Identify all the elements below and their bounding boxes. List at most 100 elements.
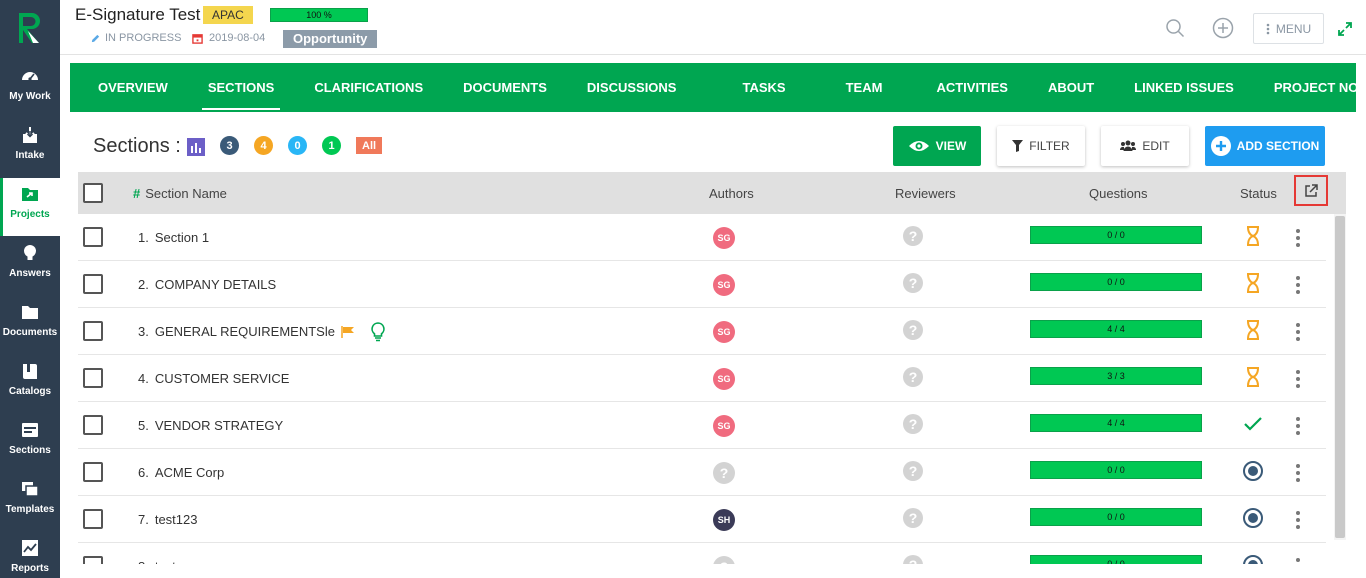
- expand-icon[interactable]: [1334, 18, 1356, 40]
- section-name-cell[interactable]: 8. test: [138, 543, 176, 564]
- status-indicator[interactable]: [1241, 458, 1265, 484]
- tab-project-notes[interactable]: PROJECT NOTES: [1254, 63, 1366, 112]
- row-actions-kebab[interactable]: [1289, 508, 1307, 532]
- sidebar-item-documents[interactable]: Documents: [0, 296, 60, 354]
- sidebar-item-templates[interactable]: Templates: [0, 473, 60, 531]
- section-name-cell[interactable]: 3. GENERAL REQUIREMENTSle: [138, 308, 385, 355]
- tab-documents[interactable]: DOCUMENTS: [443, 63, 567, 112]
- sidebar-item-reports[interactable]: Reports: [0, 532, 60, 578]
- reviewer-avatar[interactable]: ?: [903, 273, 923, 293]
- section-name-cell[interactable]: 1. Section 1: [138, 214, 209, 261]
- tab-overview[interactable]: OVERVIEW: [78, 63, 188, 112]
- author-avatar[interactable]: SG: [713, 368, 735, 390]
- tab-activities[interactable]: ACTIVITIES: [916, 63, 1028, 112]
- bar-chart-icon[interactable]: [186, 137, 205, 156]
- column-status[interactable]: Status: [1240, 172, 1277, 214]
- row-checkbox[interactable]: [83, 415, 103, 435]
- table-row[interactable]: 6. ACME Corp?? 0 / 0: [78, 449, 1326, 496]
- row-actions-kebab[interactable]: [1289, 320, 1307, 344]
- row-checkbox[interactable]: [83, 368, 103, 388]
- reviewer-avatar[interactable]: ?: [903, 555, 923, 564]
- count-badge-complete[interactable]: 1: [322, 136, 341, 155]
- author-avatar[interactable]: ?: [713, 462, 735, 484]
- reviewer-avatar[interactable]: ?: [903, 461, 923, 481]
- table-row[interactable]: 1. Section 1 SG? 0 / 0: [78, 214, 1326, 261]
- app-logo[interactable]: [0, 0, 60, 55]
- sidebar-item-catalogs[interactable]: Catalogs: [0, 355, 60, 413]
- sidebar-item-sections[interactable]: Sections: [0, 414, 60, 472]
- count-badge-review[interactable]: 0: [288, 136, 307, 155]
- table-row[interactable]: 7. test123 SH? 0 / 0: [78, 496, 1326, 543]
- add-circle-icon[interactable]: [1212, 17, 1234, 39]
- row-actions-kebab[interactable]: [1289, 461, 1307, 485]
- author-avatar[interactable]: ?: [713, 556, 735, 564]
- row-checkbox[interactable]: [83, 462, 103, 482]
- row-checkbox[interactable]: [83, 509, 103, 529]
- column-questions[interactable]: Questions: [1089, 172, 1148, 214]
- sidebar-item-projects[interactable]: Projects: [0, 178, 60, 236]
- status-indicator[interactable]: [1241, 552, 1265, 564]
- row-actions-kebab[interactable]: [1289, 226, 1307, 250]
- status-indicator[interactable]: [1241, 364, 1265, 390]
- row-checkbox[interactable]: [83, 321, 103, 341]
- author-avatar[interactable]: SG: [713, 415, 735, 437]
- open-external-button[interactable]: [1294, 175, 1328, 206]
- tab-linked-issues[interactable]: LINKED ISSUES: [1114, 63, 1254, 112]
- search-icon[interactable]: [1164, 17, 1186, 39]
- column-reviewers[interactable]: Reviewers: [895, 172, 956, 214]
- sidebar-item-my-work[interactable]: My Work: [0, 60, 60, 118]
- view-button[interactable]: VIEW: [893, 126, 981, 166]
- status-indicator[interactable]: [1241, 505, 1265, 531]
- table-scrollbar-thumb[interactable]: [1335, 216, 1345, 538]
- column-authors[interactable]: Authors: [709, 172, 754, 214]
- tab-sections[interactable]: SECTIONS: [188, 63, 294, 112]
- table-row[interactable]: 2. COMPANY DETAILS SG? 0 / 0: [78, 261, 1326, 308]
- reviewer-avatar[interactable]: ?: [903, 367, 923, 387]
- section-name-cell[interactable]: 4. CUSTOMER SERVICE: [138, 355, 289, 402]
- filter-button[interactable]: FILTER: [997, 126, 1085, 166]
- row-checkbox[interactable]: [83, 274, 103, 294]
- select-all-checkbox[interactable]: [83, 183, 103, 203]
- section-name-cell[interactable]: 2. COMPANY DETAILS: [138, 261, 276, 308]
- lightbulb-icon[interactable]: [371, 321, 385, 342]
- tab-clarifications[interactable]: CLARIFICATIONS: [294, 63, 443, 112]
- section-name-cell[interactable]: 5. VENDOR STRATEGY: [138, 402, 283, 449]
- status-indicator[interactable]: [1241, 223, 1265, 249]
- status-indicator[interactable]: [1241, 270, 1265, 296]
- row-actions-kebab[interactable]: [1289, 273, 1307, 297]
- tab-discussions[interactable]: DISCUSSIONS: [567, 63, 697, 112]
- row-checkbox[interactable]: [83, 227, 103, 247]
- row-actions-kebab[interactable]: [1289, 555, 1307, 564]
- author-avatar[interactable]: SG: [713, 274, 735, 296]
- menu-button[interactable]: MENU: [1253, 13, 1324, 44]
- table-row[interactable]: 4. CUSTOMER SERVICE SG? 3 / 3: [78, 355, 1326, 402]
- author-avatar[interactable]: SG: [713, 227, 735, 249]
- sidebar-item-intake[interactable]: Intake: [0, 119, 60, 177]
- count-badge-all[interactable]: All: [356, 137, 383, 154]
- reviewer-avatar[interactable]: ?: [903, 414, 923, 434]
- column-section-name[interactable]: # Section Name: [133, 172, 227, 214]
- author-avatar[interactable]: SG: [713, 321, 735, 343]
- reviewer-avatar[interactable]: ?: [903, 226, 923, 246]
- edit-button[interactable]: EDIT: [1101, 126, 1189, 166]
- row-actions-kebab[interactable]: [1289, 414, 1307, 438]
- reviewer-avatar[interactable]: ?: [903, 508, 923, 528]
- row-checkbox[interactable]: [83, 556, 103, 564]
- tab-tasks[interactable]: TASKS: [696, 63, 825, 112]
- count-badge-open[interactable]: 3: [220, 136, 239, 155]
- reviewer-avatar[interactable]: ?: [903, 320, 923, 340]
- section-name-cell[interactable]: 6. ACME Corp: [138, 449, 224, 496]
- count-badge-in-progress[interactable]: 4: [254, 136, 273, 155]
- author-avatar[interactable]: SH: [713, 509, 735, 531]
- table-row[interactable]: 5. VENDOR STRATEGY SG? 4 / 4: [78, 402, 1326, 449]
- table-row[interactable]: 8. test?? 0 / 0: [78, 543, 1326, 564]
- status-indicator[interactable]: [1241, 317, 1265, 343]
- status-indicator[interactable]: [1241, 411, 1265, 437]
- add-section-button[interactable]: ADD SECTION: [1205, 126, 1325, 166]
- tab-about[interactable]: ABOUT: [1028, 63, 1114, 112]
- section-name-cell[interactable]: 7. test123: [138, 496, 198, 543]
- table-row[interactable]: 3. GENERAL REQUIREMENTSle SG? 4 / 4: [78, 308, 1326, 355]
- tab-team[interactable]: TEAM: [826, 63, 917, 112]
- sidebar-item-answers[interactable]: Answers: [0, 237, 60, 295]
- row-actions-kebab[interactable]: [1289, 367, 1307, 391]
